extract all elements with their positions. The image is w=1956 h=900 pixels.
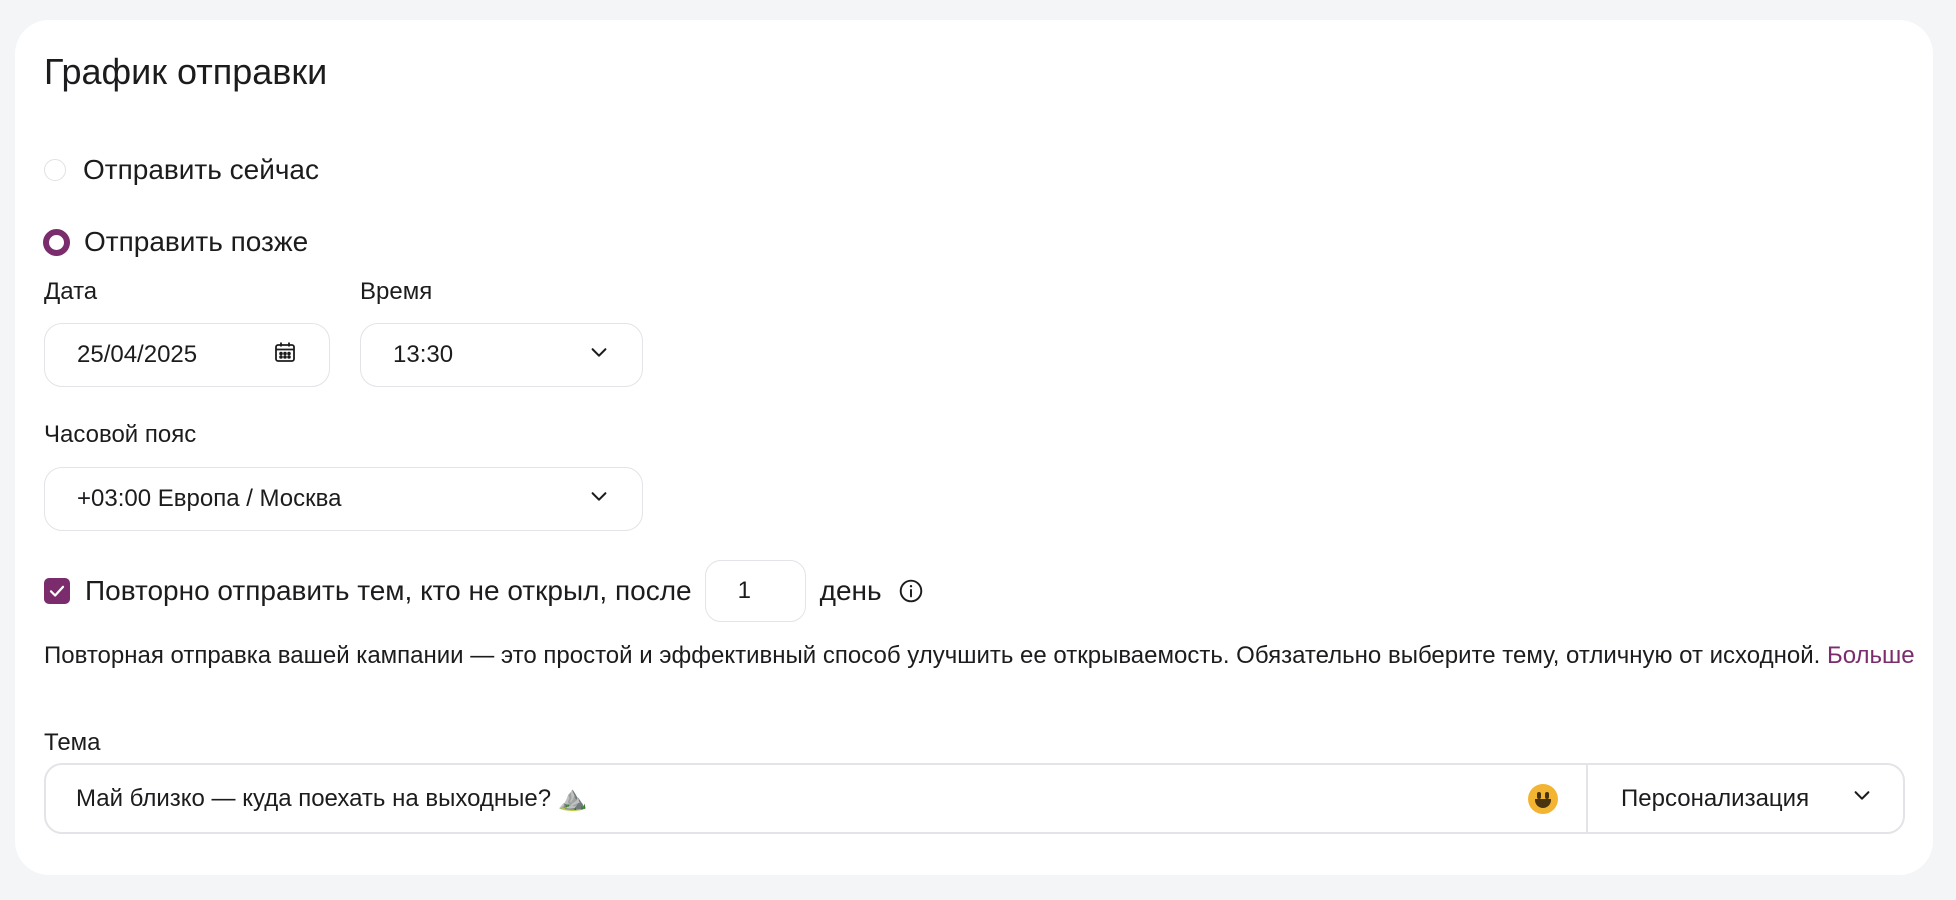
time-label: Время — [360, 278, 433, 305]
radio-send-later[interactable]: Отправить позже — [43, 222, 309, 262]
date-value: 25/04/2025 — [77, 341, 198, 368]
resend-description-text: Повторная отправка вашей кампании — это … — [44, 642, 1821, 669]
personalization-label: Персонализация — [1621, 784, 1810, 812]
resend-checkbox[interactable] — [44, 578, 70, 604]
resend-days-input[interactable]: 1 — [704, 560, 806, 622]
date-label: Дата — [44, 278, 98, 305]
resend-label: Повторно отправить тем, кто не открыл, п… — [85, 575, 692, 606]
checkmark-icon — [49, 585, 65, 597]
subject-label: Тема — [44, 729, 101, 756]
timezone-value: +03:00 Европа / Москва — [77, 485, 342, 512]
time-select[interactable]: 13:30 — [360, 323, 643, 387]
time-value: 13:30 — [393, 341, 454, 368]
timezone-select[interactable]: +03:00 Европа / Москва — [44, 467, 643, 531]
info-icon[interactable] — [898, 578, 924, 604]
subject-input[interactable]: Май близко — куда поехать на выходные? ⛰… — [46, 765, 1586, 832]
resend-row: Повторно отправить тем, кто не открыл, п… — [44, 559, 924, 623]
subject-value: Май близко — куда поехать на выходные? ⛰… — [76, 785, 588, 812]
radio-send-now[interactable]: Отправить сейчас — [44, 150, 319, 190]
subject-field: Май близко — куда поехать на выходные? ⛰… — [44, 763, 1905, 834]
chevron-down-icon — [1851, 784, 1873, 813]
radio-send-now-circle[interactable] — [44, 159, 66, 181]
radio-send-later-label: Отправить позже — [84, 226, 309, 257]
resend-description: Повторная отправка вашей кампании — это … — [44, 638, 1924, 674]
schedule-card: График отправки Отправить сейчас Отправи… — [15, 20, 1933, 875]
resend-unit: день — [819, 575, 882, 606]
calendar-icon[interactable] — [273, 340, 297, 371]
smiley-emoji-icon[interactable] — [1528, 783, 1558, 814]
date-input[interactable]: 25/04/2025 — [44, 323, 330, 387]
radio-send-later-circle[interactable] — [43, 228, 70, 256]
chevron-down-icon — [588, 341, 610, 370]
personalization-dropdown[interactable]: Персонализация — [1588, 765, 1903, 832]
section-title: График отправки — [44, 51, 328, 92]
chevron-down-icon — [588, 485, 610, 514]
more-link[interactable]: Больше — [1827, 642, 1915, 669]
timezone-label: Часовой пояс — [44, 421, 197, 448]
radio-send-now-label: Отправить сейчас — [83, 154, 319, 185]
